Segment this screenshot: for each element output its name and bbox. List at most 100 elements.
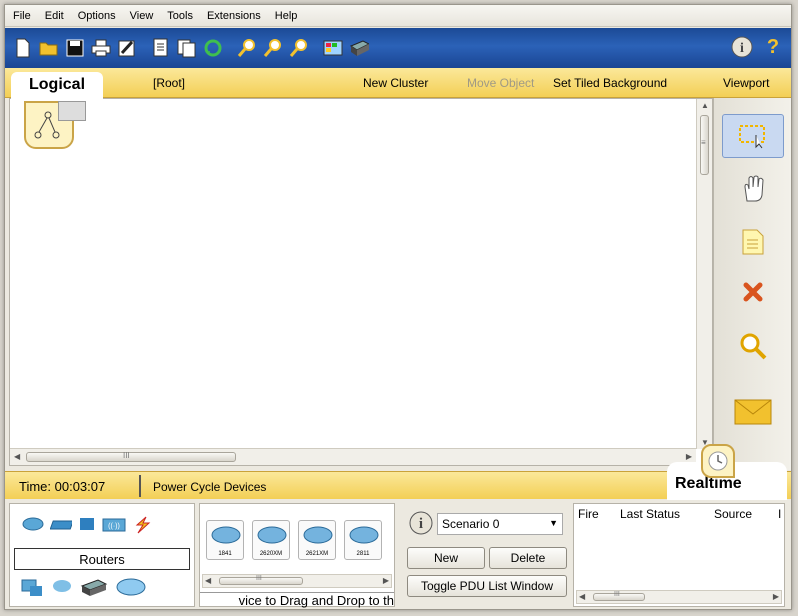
delete-scenario-button[interactable]: Delete — [489, 547, 567, 569]
pdu-list-table: Fire Last Status Source I ◀ III ▶ — [573, 503, 785, 607]
power-cycle-devices-button[interactable]: Power Cycle Devices — [153, 480, 266, 494]
pdu-col-destination[interactable]: I — [778, 507, 781, 521]
common-tools-panel — [713, 98, 791, 470]
toggle-pdu-list-button[interactable]: Toggle PDU List Window — [407, 575, 567, 597]
paste-icon[interactable] — [177, 37, 197, 59]
device-2811[interactable]: 2811 — [344, 520, 382, 560]
viewport-button[interactable]: Viewport — [723, 76, 769, 90]
scroll-left-arrow[interactable]: ◀ — [205, 576, 211, 585]
new-scenario-button[interactable]: New — [407, 547, 485, 569]
wireless-devices-category-icon[interactable]: ((·)) — [102, 516, 126, 537]
inspect-icon[interactable] — [722, 324, 784, 368]
new-cluster-button[interactable]: New Cluster — [363, 76, 428, 90]
zoom-reset-icon[interactable] — [263, 37, 283, 59]
open-icon[interactable] — [39, 37, 59, 59]
custom-devices-category-icon[interactable] — [80, 578, 108, 601]
logical-tab-label: Logical — [29, 76, 86, 93]
palette-icon[interactable] — [323, 37, 343, 59]
h-thumb-grip: III — [123, 451, 130, 460]
device-hint: vice to Drag and Drop to th — [238, 593, 394, 608]
status-bar: Time: 00:03:07 Power Cycle Devices Realt… — [5, 444, 791, 500]
scroll-right-arrow[interactable]: ▶ — [773, 592, 779, 601]
delete-icon[interactable] — [722, 270, 784, 314]
move-layout-icon[interactable] — [722, 166, 784, 210]
main-toolbar: i ? — [5, 28, 791, 68]
root-breadcrumb[interactable]: [Root] — [153, 76, 185, 90]
device-2620xm[interactable]: 2620XM — [252, 520, 290, 560]
menu-edit[interactable]: Edit — [45, 10, 64, 22]
end-devices-category-icon[interactable] — [20, 578, 44, 601]
wan-emulation-category-icon[interactable] — [52, 578, 72, 601]
save-icon[interactable] — [65, 37, 85, 59]
copy-icon[interactable] — [151, 37, 171, 59]
routers-category-icon[interactable] — [22, 516, 44, 537]
switches-category-icon[interactable] — [49, 516, 74, 537]
thumb-grip: III — [256, 575, 262, 582]
device-model-label: 2621XM — [305, 551, 329, 557]
info-glyph: i — [419, 516, 423, 532]
device-specific-selection: 1841 2620XM 2621XM 2811 ◀ III ▶ vice to … — [199, 503, 395, 608]
workspace-horizontal-scrollbar[interactable]: ◀ III ▶ — [10, 448, 696, 465]
device-1841[interactable]: 1841 — [206, 520, 244, 560]
logical-topology-icon[interactable] — [24, 101, 86, 149]
app-window: File Edit Options View Tools Extensions … — [4, 4, 792, 610]
device-2621xm[interactable]: 2621XM — [298, 520, 336, 560]
thumb-grip: III — [614, 591, 620, 598]
menu-extensions[interactable]: Extensions — [207, 10, 261, 22]
set-tiled-background-button[interactable]: Set Tiled Background — [553, 76, 667, 90]
pdu-list-scrollbar[interactable]: ◀ III ▶ — [576, 590, 782, 604]
zoom-in-icon[interactable] — [237, 37, 257, 59]
workspace-v-scroll-thumb[interactable]: ≡ — [700, 115, 709, 175]
menubar: File Edit Options View Tools Extensions … — [5, 5, 791, 27]
device-hint-text: vice to Drag and Drop to th — [200, 592, 394, 608]
pdu-col-fire[interactable]: Fire — [578, 507, 599, 521]
connections-category-icon[interactable] — [132, 516, 152, 537]
device-and-scenario-area: ((·)) Routers 1841 2620XM 2621XM 2811 ◀ … — [5, 499, 791, 609]
scroll-right-arrow[interactable]: ▶ — [686, 452, 692, 461]
pdu-col-last-status[interactable]: Last Status — [620, 507, 680, 521]
menu-view[interactable]: View — [130, 10, 154, 22]
move-object-button[interactable]: Move Object — [467, 76, 534, 90]
logical-workspace-canvas[interactable]: ▲ ≡ ▼ ◀ III ▶ — [9, 98, 713, 466]
svg-text:((·)): ((·)) — [108, 523, 120, 530]
scroll-left-arrow[interactable]: ◀ — [579, 592, 585, 601]
undo-icon[interactable] — [203, 37, 223, 59]
simulation-time: Time: 00:03:07 — [13, 475, 141, 497]
scenario-select[interactable]: Scenario 0 ▼ — [437, 513, 563, 535]
device-type-selection: ((·)) Routers — [9, 503, 195, 607]
scroll-right-arrow[interactable]: ▶ — [383, 576, 389, 585]
custom-device-icon[interactable] — [349, 37, 369, 59]
device-list-scrollbar[interactable]: ◀ III ▶ — [202, 574, 392, 588]
menu-options[interactable]: Options — [78, 10, 116, 22]
simple-pdu-icon[interactable] — [722, 388, 784, 432]
logical-workspace-bar: Logical [Root] New Cluster Move Object S… — [5, 68, 791, 112]
workspace-vertical-scrollbar[interactable]: ▲ ≡ ▼ — [696, 99, 712, 449]
menu-file[interactable]: File — [13, 10, 31, 22]
scenario-info-icon[interactable]: i — [409, 511, 433, 535]
scroll-left-arrow[interactable]: ◀ — [14, 452, 20, 461]
help-icon[interactable]: ? — [763, 36, 783, 58]
note-icon[interactable] — [722, 220, 784, 264]
device-model-label: 2620XM — [259, 551, 283, 557]
device-model-label: 1841 — [218, 551, 232, 557]
svg-text:i: i — [740, 41, 744, 56]
scroll-up-arrow[interactable]: ▲ — [701, 101, 709, 110]
multiuser-connection-category-icon[interactable] — [116, 578, 146, 601]
scenario-panel: i Scenario 0 ▼ New Delete Toggle PDU Lis… — [401, 503, 571, 607]
activity-wizard-icon[interactable] — [117, 37, 137, 59]
new-icon[interactable] — [13, 37, 33, 59]
pdu-list-scroll-thumb[interactable]: III — [593, 591, 645, 601]
scenario-selected: Scenario 0 — [442, 517, 500, 531]
zoom-out-icon[interactable] — [289, 37, 309, 59]
menu-help[interactable]: Help — [275, 10, 298, 22]
hubs-category-icon[interactable] — [78, 516, 96, 537]
clock-icon[interactable] — [701, 444, 735, 478]
device-category-label: Routers — [14, 548, 190, 570]
pdu-col-source[interactable]: Source — [714, 507, 752, 521]
menu-tools[interactable]: Tools — [167, 10, 193, 22]
select-icon[interactable] — [722, 114, 784, 158]
print-icon[interactable] — [91, 37, 111, 59]
device-list-scroll-thumb[interactable]: III — [219, 575, 303, 585]
workspace-h-scroll-thumb[interactable]: III — [26, 451, 236, 462]
info-icon[interactable]: i — [731, 36, 753, 58]
